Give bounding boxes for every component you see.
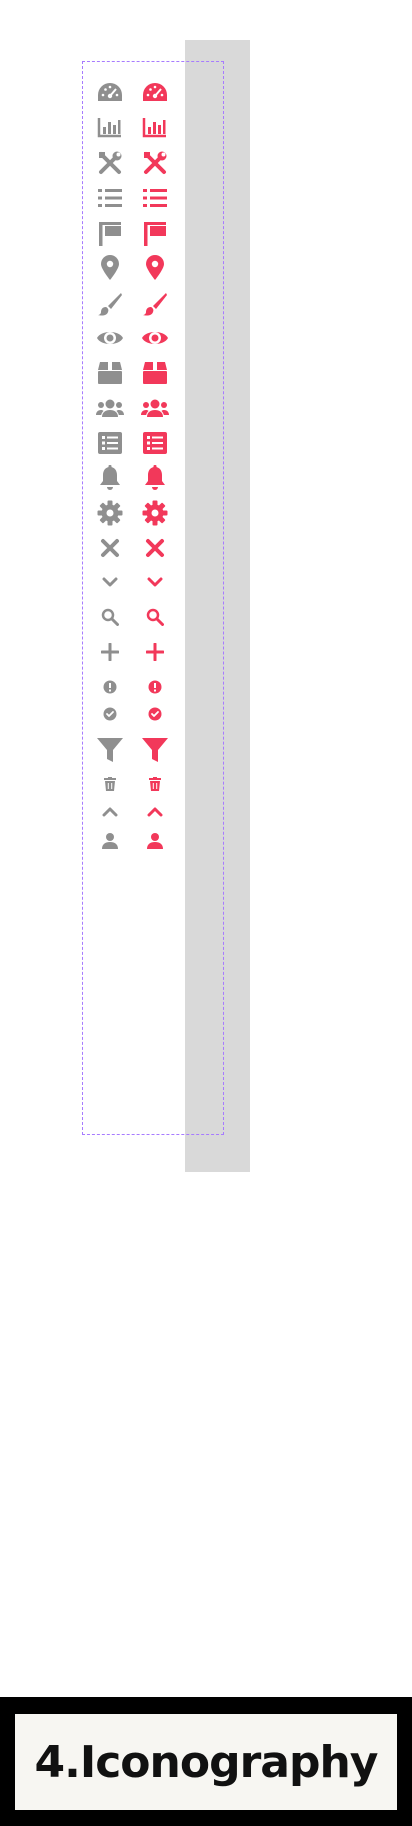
- alert-circle-icon: [95, 672, 125, 702]
- icon-row: [95, 253, 215, 283]
- bell-icon: [95, 463, 125, 493]
- trash-icon: [140, 769, 170, 799]
- icon-row: [95, 672, 215, 702]
- chevron-up-icon: [95, 797, 125, 827]
- icon-row: [95, 735, 215, 765]
- tools-icon: [95, 148, 125, 178]
- eye-icon: [140, 323, 170, 353]
- icon-row: [95, 148, 215, 178]
- search-icon: [95, 602, 125, 632]
- bar-chart-icon: [140, 112, 170, 142]
- bar-chart-icon: [95, 112, 125, 142]
- section-title: 4.Iconography: [34, 1736, 379, 1788]
- users-icon: [95, 393, 125, 423]
- section-title-card: 4.Iconography: [15, 1714, 397, 1810]
- icon-row: [95, 567, 215, 597]
- user-icon: [140, 826, 170, 856]
- close-icon: [95, 533, 125, 563]
- chevron-down-icon: [95, 567, 125, 597]
- icon-row: [95, 323, 215, 353]
- map-pin-icon: [95, 253, 125, 283]
- gear-icon: [95, 498, 125, 528]
- check-circle-icon: [140, 699, 170, 729]
- chevron-up-icon: [140, 797, 170, 827]
- icon-row: [95, 533, 215, 563]
- plus-icon: [140, 637, 170, 667]
- paint-brush-icon: [95, 289, 125, 319]
- icon-row: [95, 358, 215, 388]
- icon-row: [95, 219, 215, 249]
- icon-row: [95, 183, 215, 213]
- search-icon: [140, 602, 170, 632]
- icon-row: [95, 393, 215, 423]
- user-icon: [95, 826, 125, 856]
- icon-row: [95, 797, 215, 827]
- icon-row: [95, 602, 215, 632]
- tools-icon: [140, 148, 170, 178]
- flag-icon: [140, 219, 170, 249]
- icon-row: [95, 498, 215, 528]
- chevron-down-icon: [140, 567, 170, 597]
- dashboard-icon: [95, 78, 125, 108]
- gear-icon: [140, 498, 170, 528]
- map-pin-icon: [140, 253, 170, 283]
- close-icon: [140, 533, 170, 563]
- icon-row: [95, 826, 215, 856]
- bell-icon: [140, 463, 170, 493]
- icon-row: [95, 289, 215, 319]
- icon-row: [95, 78, 215, 108]
- dashboard-icon: [140, 78, 170, 108]
- list-icon: [140, 183, 170, 213]
- alert-circle-icon: [140, 672, 170, 702]
- icon-row: [95, 699, 215, 729]
- icon-row: [95, 637, 215, 667]
- icon-row: [95, 112, 215, 142]
- list-card-icon: [95, 428, 125, 458]
- list-icon: [95, 183, 125, 213]
- box-icon: [140, 358, 170, 388]
- filter-icon: [140, 735, 170, 765]
- users-icon: [140, 393, 170, 423]
- paint-brush-icon: [140, 289, 170, 319]
- eye-icon: [95, 323, 125, 353]
- box-icon: [95, 358, 125, 388]
- plus-icon: [95, 637, 125, 667]
- icon-row: [95, 428, 215, 458]
- trash-icon: [95, 769, 125, 799]
- flag-icon: [95, 219, 125, 249]
- icon-row: [95, 769, 215, 799]
- check-circle-icon: [95, 699, 125, 729]
- icon-row: [95, 463, 215, 493]
- section-footer: 4.Iconography: [0, 1697, 412, 1826]
- list-card-icon: [140, 428, 170, 458]
- filter-icon: [95, 735, 125, 765]
